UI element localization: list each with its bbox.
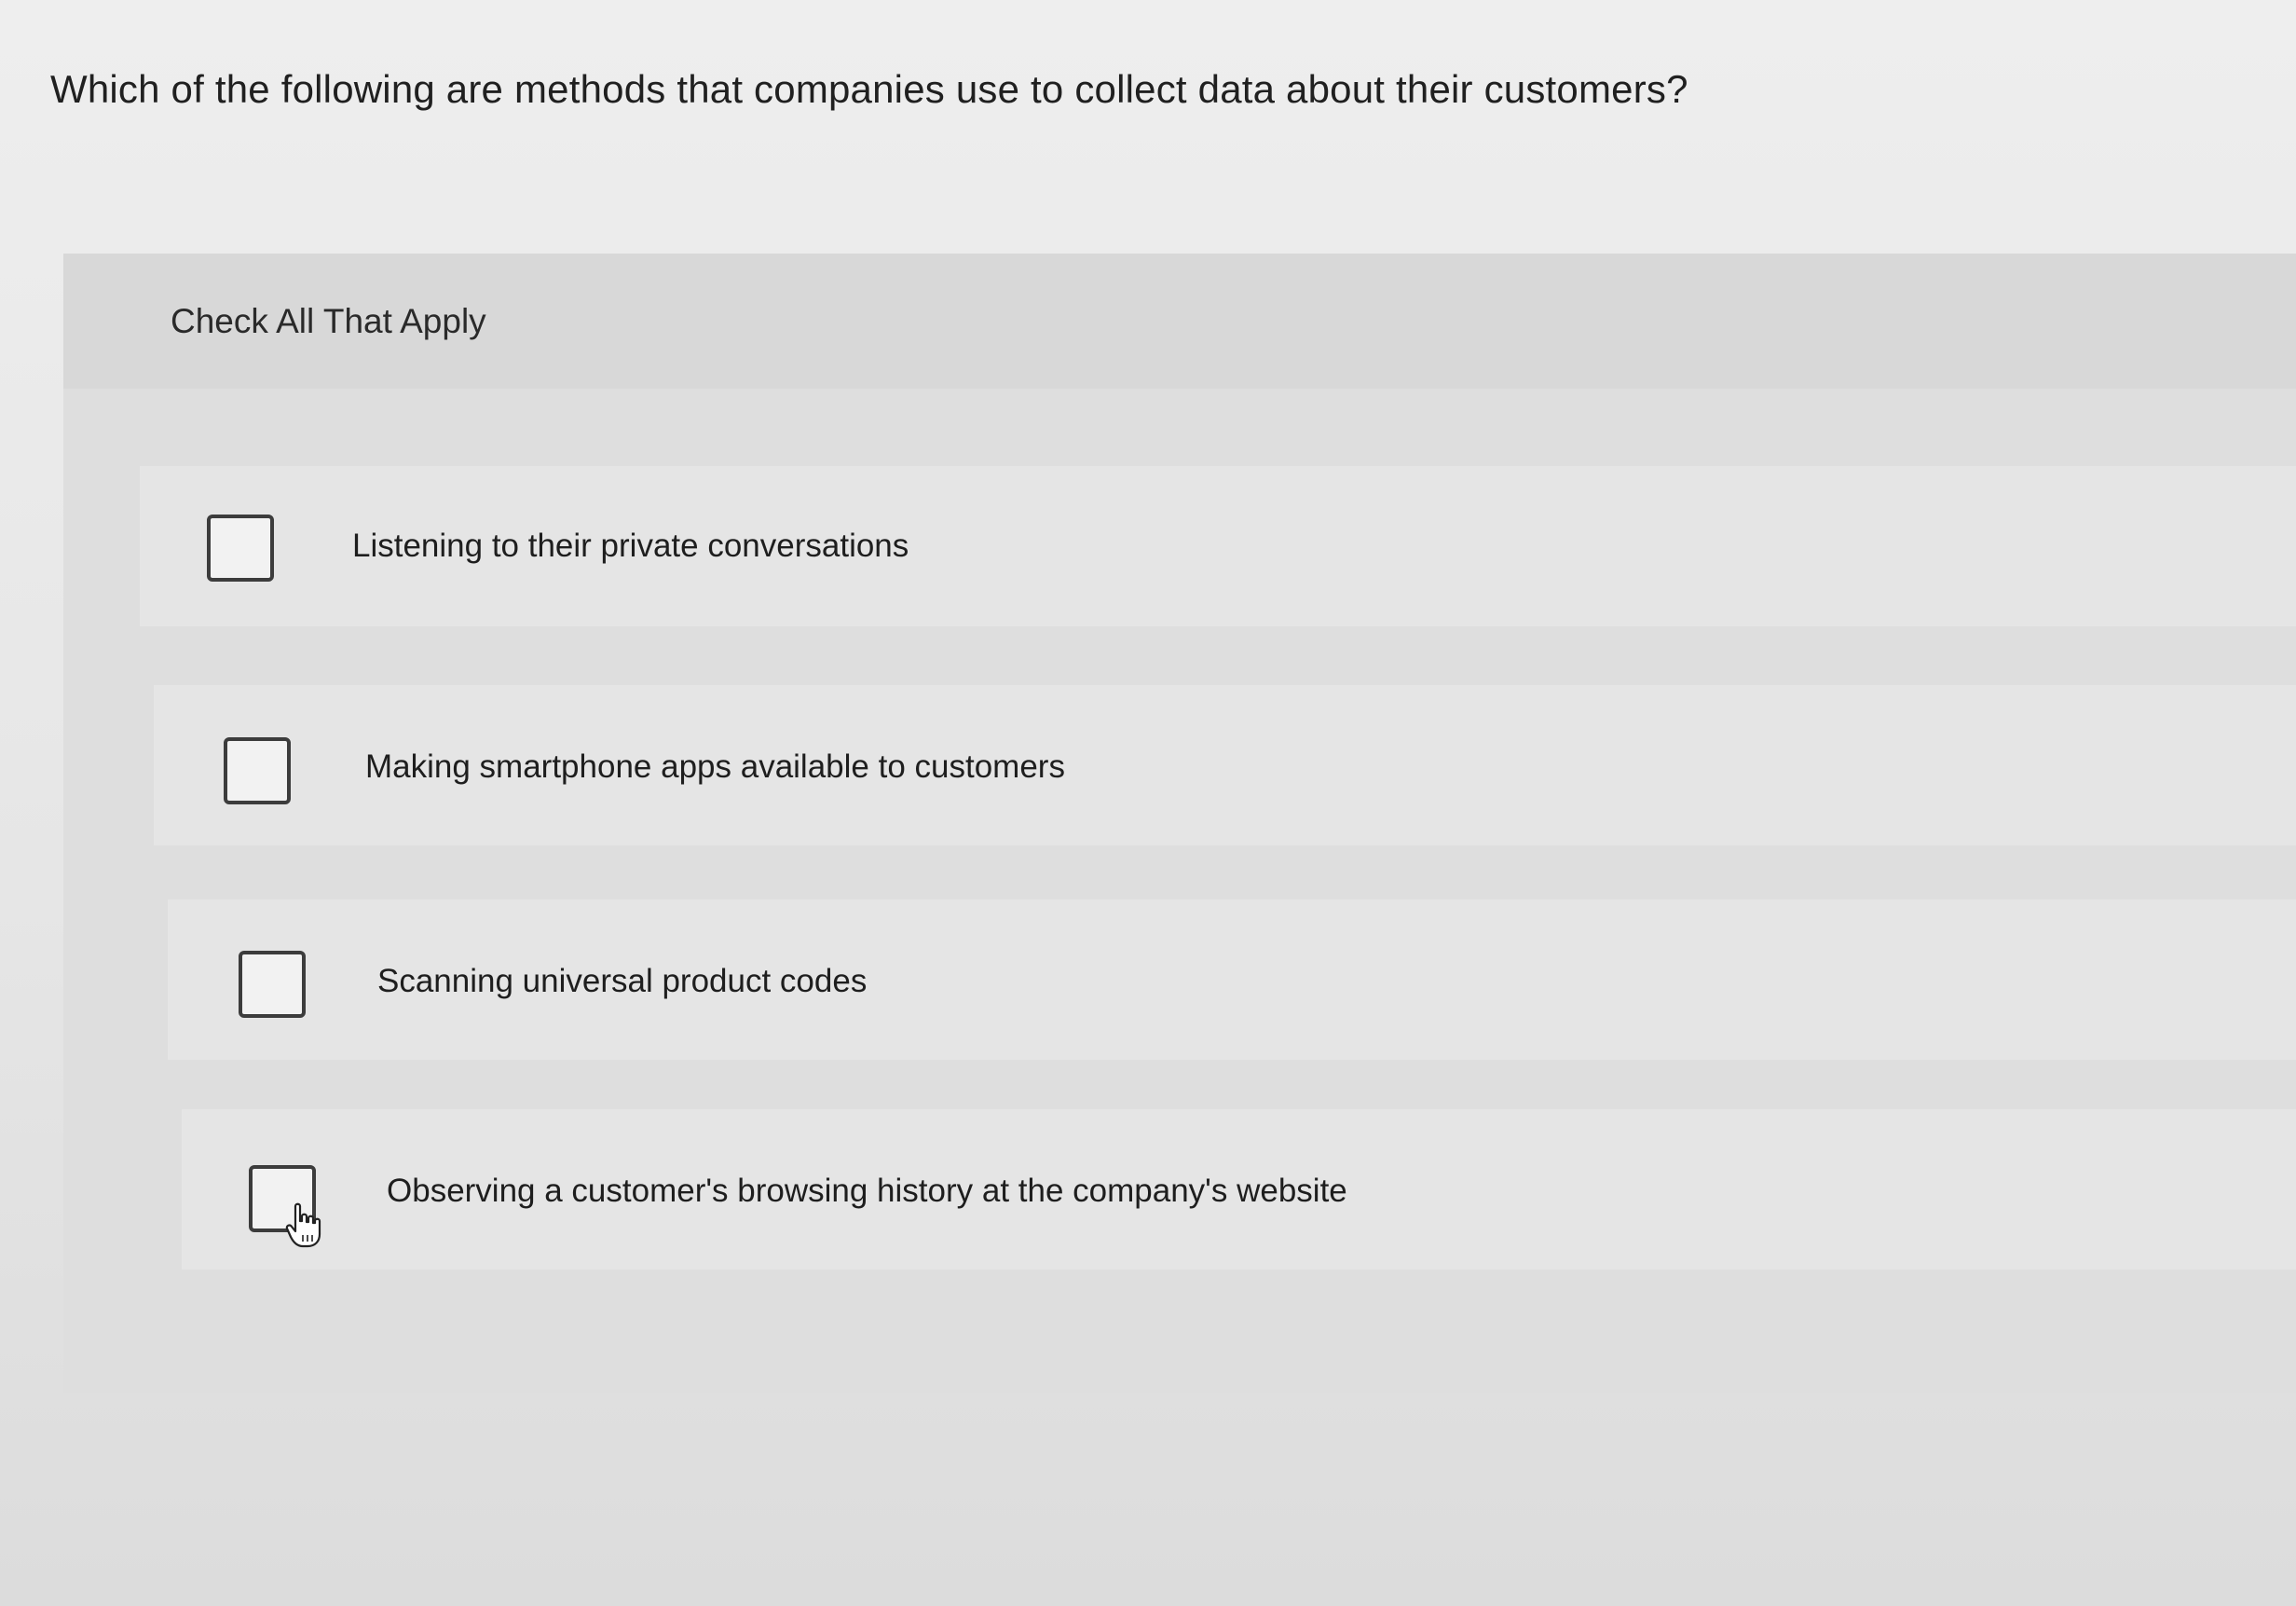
option-label-4[interactable]: Observing a customer's browsing history … (387, 1173, 1347, 1210)
question-text: Which of the following are methods that … (50, 67, 1688, 111)
option-row-4[interactable]: Observing a customer's browsing history … (182, 1109, 2296, 1270)
option-label-2[interactable]: Making smartphone apps available to cust… (365, 748, 1065, 786)
option-row-3[interactable]: Scanning universal product codes (168, 899, 2296, 1060)
checkbox-option-4[interactable] (249, 1165, 316, 1232)
checkbox-option-3[interactable] (239, 951, 306, 1018)
checkbox-option-1[interactable] (207, 515, 274, 582)
option-row-2[interactable]: Making smartphone apps available to cust… (154, 685, 2296, 845)
instructions-label: Check All That Apply (171, 302, 486, 340)
panel-header: Check All That Apply (63, 254, 2296, 389)
option-label-1[interactable]: Listening to their private conversations (352, 528, 909, 565)
option-row-1[interactable]: Listening to their private conversations (140, 466, 2296, 626)
checkbox-option-2[interactable] (224, 737, 291, 804)
option-label-3[interactable]: Scanning universal product codes (377, 963, 867, 1000)
